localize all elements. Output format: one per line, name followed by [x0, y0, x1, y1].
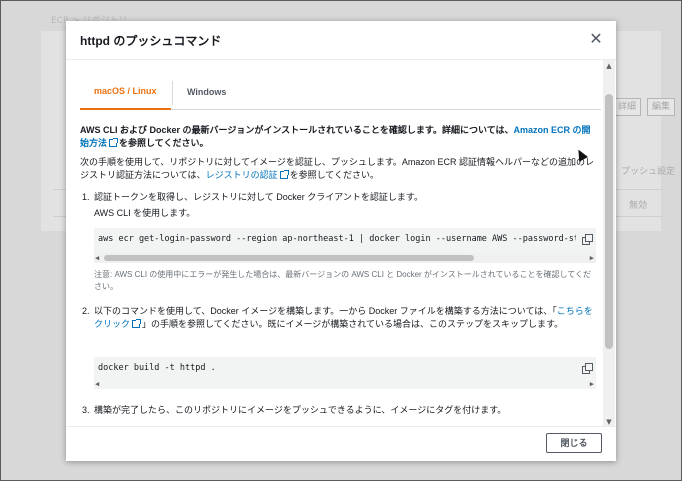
step-number: 3.: [82, 405, 90, 415]
scroll-left-icon[interactable]: ◀: [95, 379, 99, 389]
horizontal-scrollbar[interactable]: ◀ ▶: [94, 379, 596, 389]
scroll-left-icon[interactable]: ◀: [95, 253, 99, 263]
intro-text-end: を参照してください。: [289, 170, 380, 180]
code-build-command[interactable]: docker build -t httpd .: [98, 363, 576, 373]
modal-content: macOS / Linux Windows AWS CLI および Docker…: [80, 60, 601, 426]
step-subtext: AWS CLI を使用します。: [94, 208, 196, 218]
horizontal-scrollbar[interactable]: ◀ ▶: [94, 253, 596, 263]
tab-windows[interactable]: Windows: [172, 81, 240, 105]
scroll-right-icon[interactable]: ▶: [590, 379, 594, 389]
intro-paragraph: 次の手順を使用して、リポジトリに対してイメージを認証し、プッシュします。Amaz…: [80, 156, 598, 182]
scrollbar-thumb[interactable]: [605, 94, 613, 349]
step-text: 構築が完了したら、このリポジトリにイメージをプッシュできるように、イメージにタグ…: [94, 405, 507, 415]
close-button[interactable]: 閉じる: [546, 433, 602, 453]
background-details-button: 詳細: [613, 98, 642, 116]
code-block-login: aws ecr get-login-password --region ap-n…: [94, 228, 596, 263]
lead-paragraph: AWS CLI および Docker の最新バージョンがインストールされているこ…: [80, 124, 598, 150]
scroll-up-icon[interactable]: ▲: [603, 60, 615, 72]
copy-icon[interactable]: [582, 234, 593, 245]
scroll-down-icon[interactable]: ▼: [603, 416, 615, 426]
copy-icon[interactable]: [582, 363, 593, 374]
external-link-icon: [132, 319, 142, 328]
code-login-command[interactable]: aws ecr get-login-password --region ap-n…: [98, 234, 576, 244]
os-tabs: macOS / Linux Windows: [80, 77, 601, 110]
modal-footer: 閉じる: [66, 427, 616, 461]
background-edit-button: 編集: [647, 98, 676, 116]
vertical-scrollbar[interactable]: ▲ ▼: [603, 60, 615, 426]
modal-title: httpd のプッシュコマンド: [80, 34, 222, 48]
external-link-icon: [279, 170, 289, 179]
step-text: 以下のコマンドを使用して、Docker イメージを構築します。一から Docke…: [94, 305, 594, 331]
cli-error-note: 注意: AWS CLI の使用中にエラーが発生した場合は、最新バージョンの AW…: [94, 270, 592, 291]
step-number: 2.: [82, 306, 90, 316]
registry-auth-link[interactable]: レジストリの認証: [206, 170, 278, 180]
scroll-right-icon[interactable]: ▶: [590, 253, 594, 263]
background-cell-push-settings: プッシュ設定: [621, 167, 676, 177]
push-commands-modal: httpd のプッシュコマンド ✕ macOS / Linux Windows …: [66, 21, 616, 461]
external-link-icon: [109, 138, 119, 147]
code-block-build: docker build -t httpd . ◀ ▶: [94, 357, 596, 389]
close-icon[interactable]: ✕: [588, 31, 604, 47]
modal-header: httpd のプッシュコマンド ✕: [66, 21, 616, 59]
background-cell-disabled: 無効: [629, 201, 648, 211]
step-2-text-end: 」の手順を参照してください。既にイメージが構築されている場合は、このステップをス…: [142, 319, 564, 329]
step-2-text: 以下のコマンドを使用して、Docker イメージを構築します。一から Docke…: [94, 306, 557, 316]
step-number: 1.: [82, 192, 90, 202]
lead-text: AWS CLI および Docker の最新バージョンがインストールされているこ…: [80, 125, 514, 135]
tab-macos-linux[interactable]: macOS / Linux: [80, 77, 171, 110]
step-text: 認証トークンを取得し、レジストリに対して Docker クライアントを認証します…: [94, 192, 423, 202]
lead-suffix: を参照してください。: [119, 138, 209, 148]
scrollbar-thumb[interactable]: [104, 255, 474, 261]
modal-body: macOS / Linux Windows AWS CLI および Docker…: [66, 59, 616, 427]
